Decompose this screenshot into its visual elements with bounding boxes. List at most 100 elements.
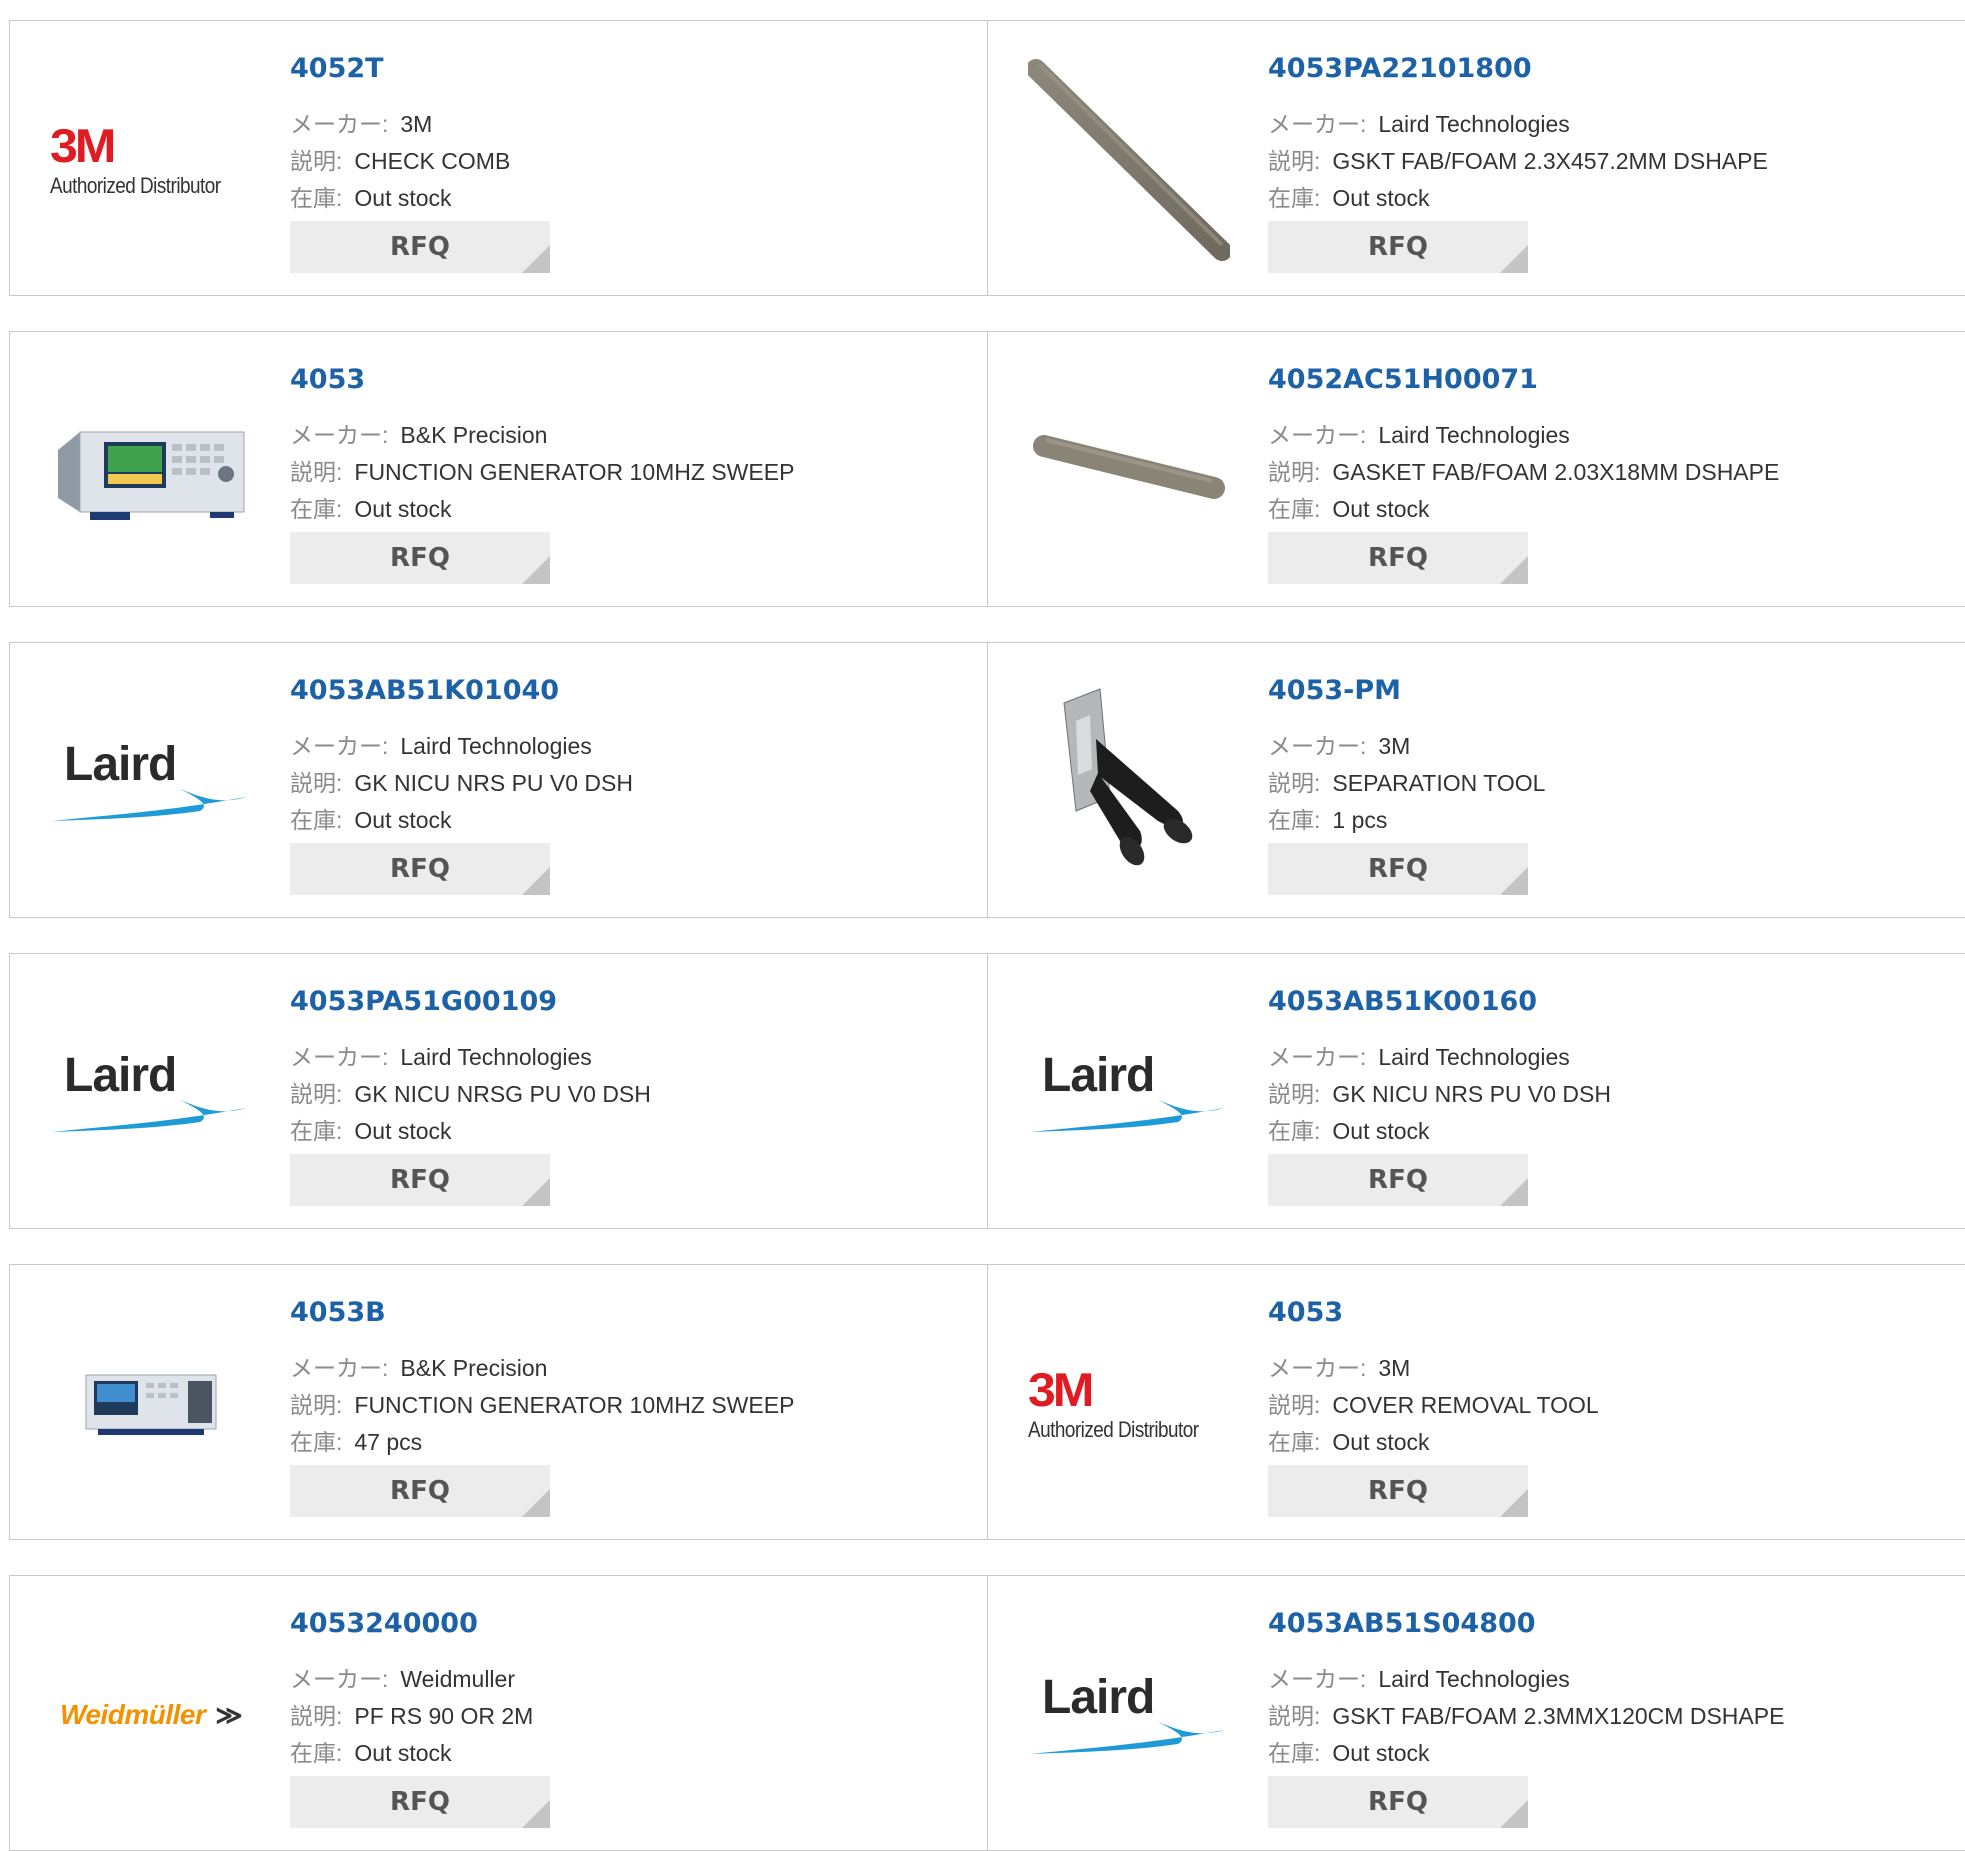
- rfq-button-label: RFQ: [1368, 1787, 1428, 1817]
- product-card: 4053PA22101800 メーカー: Laird Technologies 説明:…: [987, 21, 1965, 295]
- stock-line: 在庫: Out stock: [1268, 179, 1430, 213]
- description-line: 説明: GK NICU NRSG PU V0 DSH: [290, 1075, 651, 1109]
- rfq-button[interactable]: RFQ: [290, 532, 550, 584]
- rfq-button[interactable]: RFQ: [290, 221, 550, 273]
- stock-line: 在庫: Out stock: [290, 1734, 452, 1768]
- weidmuller-logo: Weidmüller ≫: [60, 1699, 243, 1731]
- maker-line: メーカー: B&K Precision: [290, 1349, 547, 1383]
- product-row: 4053 メーカー: B&K Precision 説明: FUNCTION GENERA…: [9, 331, 1965, 607]
- product-image[interactable]: Laird: [1028, 992, 1230, 1194]
- product-image[interactable]: 3M Authorized Distributor: [50, 59, 252, 261]
- maker-value: 3M: [400, 111, 433, 137]
- rfq-button-label: RFQ: [390, 1165, 450, 1195]
- product-image[interactable]: [1028, 681, 1230, 883]
- gasket-long-image: [1028, 59, 1230, 261]
- product-image[interactable]: [1028, 370, 1230, 572]
- part-number-link[interactable]: 4053B: [290, 1297, 386, 1328]
- laird-swoosh-icon: [52, 1100, 246, 1132]
- description-value: GK NICU NRS PU V0 DSH: [1332, 1081, 1611, 1107]
- laird-swoosh-icon: [1030, 1100, 1224, 1132]
- part-number-link[interactable]: 4052T: [290, 53, 384, 84]
- part-number-link[interactable]: 4053: [1268, 1297, 1343, 1328]
- description-line: 説明: GSKT FAB/FOAM 2.3MMX120CM DSHAPE: [1268, 1697, 1784, 1731]
- product-image[interactable]: [1028, 59, 1230, 261]
- function-generator-small-image: [85, 1374, 217, 1435]
- product-row: Laird 4053PA51G00109 メーカー: Laird Technolog…: [9, 953, 1965, 1229]
- rfq-button[interactable]: RFQ: [290, 843, 550, 895]
- stock-label: 在庫:: [290, 1429, 343, 1455]
- description-line: 説明: CHECK COMB: [290, 142, 510, 176]
- description-line: 説明: GK NICU NRS PU V0 DSH: [290, 764, 633, 798]
- product-image[interactable]: [50, 370, 252, 572]
- stock-value: Out stock: [1332, 496, 1430, 522]
- maker-value: B&K Precision: [400, 422, 548, 448]
- part-number-link[interactable]: 4053: [290, 364, 365, 395]
- part-number-link[interactable]: 4053240000: [290, 1608, 478, 1639]
- maker-line: メーカー: Laird Technologies: [1268, 105, 1570, 139]
- product-card: 3M Authorized Distributor 4053 メーカー: 3M 説明:…: [987, 1265, 1965, 1539]
- maker-value: Laird Technologies: [400, 733, 592, 759]
- stock-value: Out stock: [354, 807, 452, 833]
- rfq-button[interactable]: RFQ: [1268, 1154, 1528, 1206]
- part-number-link[interactable]: 4053AB51K00160: [1268, 986, 1537, 1017]
- rfq-button[interactable]: RFQ: [1268, 221, 1528, 273]
- stock-value: Out stock: [354, 1118, 452, 1144]
- part-number-link[interactable]: 4053AB51S04800: [1268, 1608, 1536, 1639]
- stock-value: 1 pcs: [1332, 807, 1388, 833]
- description-value: CHECK COMB: [354, 148, 511, 174]
- maker-value: Laird Technologies: [1378, 111, 1570, 137]
- rfq-button[interactable]: RFQ: [1268, 843, 1528, 895]
- stock-label: 在庫:: [290, 1118, 343, 1144]
- rfq-button[interactable]: RFQ: [290, 1465, 550, 1517]
- laird-swoosh-icon: [1030, 1722, 1224, 1754]
- rfq-button[interactable]: RFQ: [290, 1154, 550, 1206]
- stock-label: 在庫:: [290, 185, 343, 211]
- product-card: 4053-PM メーカー: 3M 説明: SEPARATION TOOL 在庫: 1 pcs…: [987, 643, 1965, 917]
- 3m-logo: 3M Authorized Distributor: [1028, 1365, 1230, 1443]
- stock-label: 在庫:: [1268, 1118, 1321, 1144]
- laird-logo: Laird: [1028, 1048, 1230, 1138]
- part-number-link[interactable]: 4053PA51G00109: [290, 986, 557, 1017]
- rfq-button[interactable]: RFQ: [1268, 1776, 1528, 1828]
- 3m-logo-text: Authorized Distributor: [1028, 1417, 1199, 1442]
- rfq-button[interactable]: RFQ: [290, 1776, 550, 1828]
- rfq-button[interactable]: RFQ: [1268, 1465, 1528, 1517]
- part-number-link[interactable]: 4053-PM: [1268, 675, 1401, 706]
- description-line: 説明: GSKT FAB/FOAM 2.3X457.2MM DSHAPE: [1268, 142, 1768, 176]
- maker-line: メーカー: 3M: [290, 105, 432, 139]
- weidmuller-mark-icon: ≫: [215, 1700, 243, 1730]
- stock-label: 在庫:: [290, 807, 343, 833]
- description-label: 説明:: [290, 1081, 343, 1107]
- description-label: 説明:: [290, 770, 343, 796]
- product-image[interactable]: [50, 1303, 252, 1505]
- product-card: 4053B メーカー: B&K Precision 説明: FUNCTION GENER…: [10, 1265, 987, 1539]
- stock-label: 在庫:: [1268, 1429, 1321, 1455]
- function-generator-image: [58, 431, 245, 520]
- stock-label: 在庫:: [290, 496, 343, 522]
- part-number-link[interactable]: 4052AC51H00071: [1268, 364, 1538, 395]
- stock-label: 在庫:: [1268, 1740, 1321, 1766]
- description-label: 説明:: [290, 1392, 343, 1418]
- description-label: 説明:: [1268, 148, 1321, 174]
- part-number-link[interactable]: 4053PA22101800: [1268, 53, 1532, 84]
- maker-label: メーカー:: [290, 1044, 389, 1070]
- stock-line: 在庫: Out stock: [290, 490, 452, 524]
- description-line: 説明: GASKET FAB/FOAM 2.03X18MM DSHAPE: [1268, 453, 1779, 487]
- description-line: 説明: PF RS 90 OR 2M: [290, 1697, 533, 1731]
- maker-line: メーカー: Laird Technologies: [1268, 416, 1570, 450]
- product-image[interactable]: Laird: [1028, 1614, 1230, 1816]
- rfq-button[interactable]: RFQ: [1268, 532, 1528, 584]
- product-image[interactable]: 3M Authorized Distributor: [1028, 1303, 1230, 1505]
- description-value: GK NICU NRSG PU V0 DSH: [354, 1081, 651, 1107]
- product-card: 3M Authorized Distributor 4052T メーカー: 3M 説明…: [10, 21, 987, 295]
- product-image[interactable]: Weidmüller ≫: [50, 1614, 252, 1816]
- product-card: Laird 4053AB51S04800 メーカー: Laird Technolog…: [987, 1576, 1965, 1850]
- maker-label: メーカー:: [1268, 422, 1367, 448]
- stock-line: 在庫: Out stock: [1268, 1734, 1430, 1768]
- product-image[interactable]: Laird: [50, 992, 252, 1194]
- part-number-link[interactable]: 4053AB51K01040: [290, 675, 559, 706]
- product-image[interactable]: Laird: [50, 681, 252, 883]
- maker-label: メーカー:: [1268, 1044, 1367, 1070]
- stock-line: 在庫: Out stock: [1268, 490, 1430, 524]
- product-row: 4053B メーカー: B&K Precision 説明: FUNCTION GENER…: [9, 1264, 1965, 1540]
